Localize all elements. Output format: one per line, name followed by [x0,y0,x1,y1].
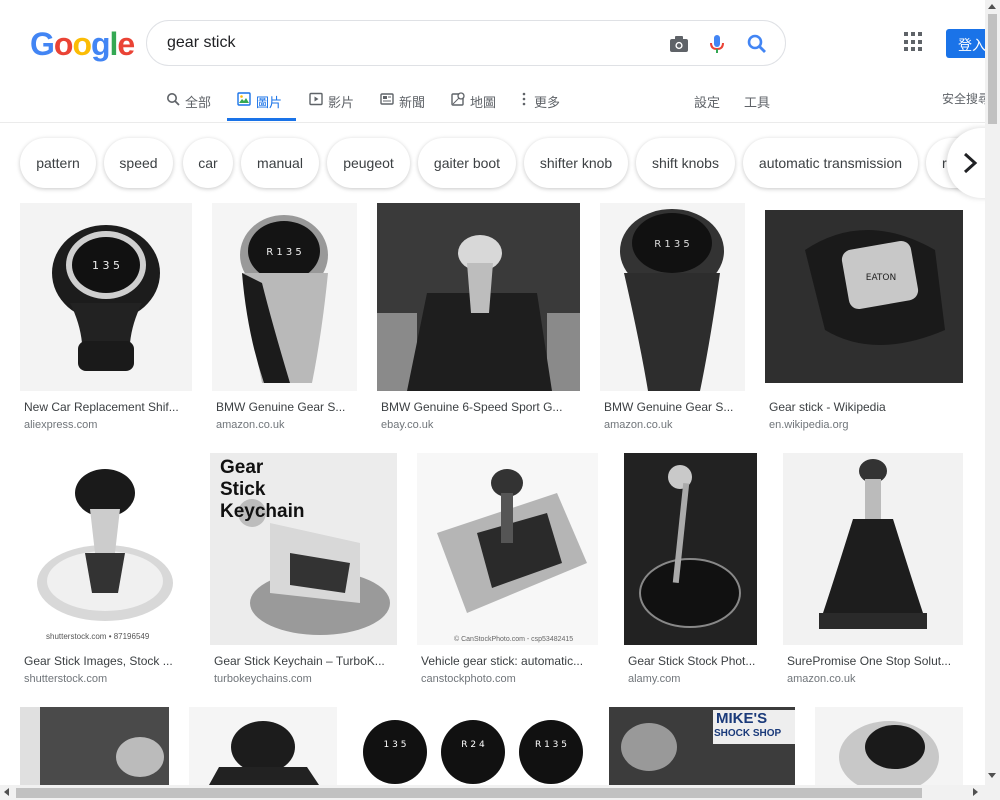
header-divider [0,122,1000,123]
google-logo[interactable]: Google [30,26,135,63]
tools-link[interactable]: 工具 [744,92,770,111]
chip[interactable]: shifter knob [524,138,628,188]
result-source: aliexpress.com [24,419,98,431]
result-image[interactable] [417,453,598,645]
safesearch-link[interactable]: 安全搜尋 [942,90,990,107]
chevron-right-icon [963,152,978,174]
search-icon [167,93,180,106]
watermark-text: © CanStockPhoto.com - csp53482415 [454,636,574,643]
result-image[interactable]: EATON [765,210,963,383]
logo-letter: g [90,26,111,62]
chip[interactable]: speed [104,138,173,188]
search-input[interactable]: gear stick [167,34,235,52]
chip[interactable]: car [183,138,233,188]
active-tab-indicator [227,118,296,121]
chip[interactable]: shift knobs [636,138,735,188]
result-image[interactable]: 1 3 5 R 2 4 R 1 3 5 [357,707,590,785]
svg-text:EATON: EATON [866,273,896,283]
result-image[interactable] [815,707,963,785]
result-caption[interactable]: BMW Genuine Gear S... [604,400,744,414]
svg-text:1 3 5: 1 3 5 [92,259,120,272]
scroll-up-arrow-icon[interactable] [988,4,996,9]
result-caption[interactable]: Gear Stick Images, Stock ... [24,654,184,668]
result-image[interactable]: R 1 3 5 [212,203,357,391]
result-caption[interactable]: Gear stick - Wikipedia [769,400,959,414]
watermark-text: shutterstock.com • 87196549 [46,632,150,641]
chip[interactable]: manual [241,138,319,188]
result-source: amazon.co.uk [787,673,856,685]
result-image[interactable] [20,453,190,645]
result-caption[interactable]: New Car Replacement Shif... [24,400,190,414]
map-icon [451,92,465,106]
result-image[interactable] [377,203,580,391]
vertical-scroll-thumb[interactable] [988,14,997,124]
svg-text:1 3 5: 1 3 5 [384,740,407,750]
scroll-right-arrow-icon[interactable] [973,788,978,796]
scroll-down-arrow-icon[interactable] [988,773,996,778]
result-image[interactable]: 1 3 5 [20,203,192,391]
svg-text:R 2 4: R 2 4 [461,740,485,750]
result-image[interactable] [624,453,757,645]
result-source: canstockphoto.com [421,673,516,685]
result-caption[interactable]: Gear Stick Keychain – TurboK... [214,654,394,668]
result-source: turbokeychains.com [214,673,312,685]
logo-letter: o [72,26,92,62]
tab-more[interactable]: 更多 [521,90,560,122]
chip[interactable]: automatic transmission [743,138,918,188]
tab-label: 全部 [185,95,212,110]
logo-letter: G [30,26,55,62]
tab-videos[interactable]: 影片 [309,90,354,122]
result-source: ebay.co.uk [381,419,434,431]
tab-label: 圖片 [256,95,283,110]
horizontal-scroll-thumb[interactable] [16,788,922,798]
result-image[interactable]: R 1 3 5 [600,203,745,391]
chip[interactable]: pattern [20,138,96,188]
related-chips: pattern speed car manual peugeot gaiter … [0,138,1000,188]
result-image[interactable] [783,453,963,645]
tab-label: 地圖 [470,95,497,110]
settings-link[interactable]: 設定 [694,92,720,111]
news-icon [380,93,394,105]
more-icon [522,92,526,106]
image-text: Gear Stick Keychain [220,457,305,522]
search-icon[interactable] [745,32,769,56]
svg-text:R 1 3 5: R 1 3 5 [654,239,690,250]
result-caption[interactable]: Vehicle gear stick: automatic... [421,654,593,668]
search-box[interactable]: gear stick [146,20,786,66]
result-source: shutterstock.com [24,673,108,685]
result-source: en.wikipedia.org [769,419,849,431]
result-caption[interactable]: BMW Genuine 6-Speed Sport G... [381,400,577,414]
result-image[interactable] [189,707,337,785]
result-source: amazon.co.uk [216,419,285,431]
logo-letter: o [53,26,74,62]
page: { "header": { "logo": ["G","o","o","g","… [0,0,1000,800]
logo-letter: e [117,26,135,62]
chip[interactable]: gaiter boot [418,138,516,188]
result-caption[interactable]: Gear Stick Stock Phot... [628,654,756,668]
result-image[interactable] [609,707,795,785]
tab-label: 更多 [534,95,561,110]
scroll-left-arrow-icon[interactable] [4,788,9,796]
result-source: amazon.co.uk [604,419,673,431]
microphone-icon[interactable] [705,32,729,56]
tab-news[interactable]: 新聞 [380,90,425,122]
video-icon [309,92,323,106]
image-icon [237,92,251,106]
tab-label: 新聞 [399,95,426,110]
result-source: alamy.com [628,673,681,685]
tab-maps[interactable]: 地圖 [451,90,496,122]
result-caption[interactable]: SurePromise One Stop Solut... [787,654,959,668]
image-text: MIKE'S [716,710,768,727]
result-caption[interactable]: BMW Genuine Gear S... [216,400,356,414]
result-image[interactable] [20,707,169,785]
svg-text:R 1 3 5: R 1 3 5 [535,740,567,750]
tab-all[interactable]: 全部 [166,90,211,122]
camera-icon[interactable] [667,32,691,56]
image-text: SHOCK SHOP [714,728,782,739]
chip[interactable]: peugeot [327,138,410,188]
svg-text:R 1 3 5: R 1 3 5 [266,247,302,258]
apps-grid-icon[interactable] [904,32,924,52]
tab-label: 影片 [328,95,355,110]
